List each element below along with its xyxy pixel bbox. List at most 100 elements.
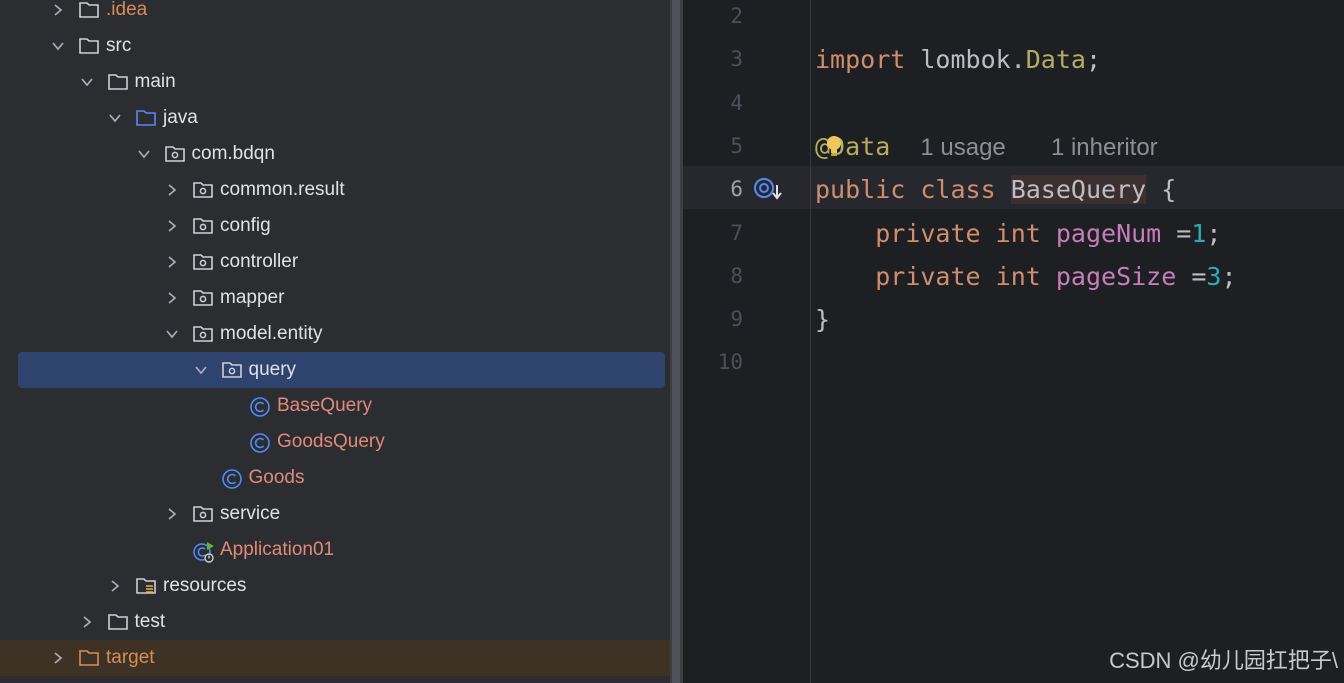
tree-item-label: model.entity — [220, 323, 323, 344]
tree-item-config[interactable]: config — [0, 208, 670, 244]
package-icon — [192, 180, 214, 200]
code-line[interactable]: @Data 1 usage 1 inheritor — [815, 125, 1158, 168]
selection-highlight — [18, 352, 665, 388]
code-token: = — [1176, 261, 1207, 291]
package-icon — [221, 360, 243, 380]
panel-splitter[interactable] — [670, 0, 683, 683]
chevron-right-icon[interactable] — [164, 280, 180, 316]
excluded-folder-icon — [78, 648, 100, 668]
chevron-down-icon[interactable] — [107, 100, 123, 136]
source-folder-icon — [135, 108, 157, 128]
code-token: pageSize — [1055, 261, 1177, 291]
tree-item-resources[interactable]: resources — [0, 568, 670, 604]
code-token: private — [875, 261, 981, 291]
package-icon — [192, 504, 214, 524]
tree-item-java[interactable]: java — [0, 100, 670, 136]
chevron-right-icon[interactable] — [164, 244, 180, 280]
implemented-gutter-icon[interactable] — [753, 177, 785, 208]
project-tree-panel: .idea src main java com.bdqn common.result con… — [0, 0, 670, 683]
code-token: class — [920, 175, 996, 205]
tree-item-main[interactable]: main — [0, 64, 670, 100]
chevron-down-icon[interactable] — [193, 352, 209, 388]
tree-item-label: Goods — [248, 467, 305, 488]
chevron-down-icon[interactable] — [79, 64, 95, 100]
code-token: lombok. — [905, 45, 1026, 75]
code-token: 1 inheritor — [1050, 133, 1158, 161]
code-line[interactable]: private int pageSize =3; — [815, 255, 1237, 298]
chevron-right-icon[interactable] — [50, 0, 66, 28]
chevron-right-icon[interactable] — [50, 640, 66, 676]
code-token: ; — [1221, 261, 1237, 291]
line-number: 4 — [730, 90, 743, 115]
code-token: BaseQuery — [1010, 175, 1147, 205]
tree-item-com-bdqn[interactable]: com.bdqn — [0, 136, 670, 172]
code-token: 1 usage — [920, 133, 1006, 161]
tree-item-label: config — [220, 215, 271, 236]
line-number: 10 — [717, 350, 743, 375]
splitter-bar[interactable] — [672, 0, 680, 683]
code-token: 3 — [1206, 261, 1222, 291]
chevron-right-icon[interactable] — [164, 496, 180, 532]
tree-item-controller[interactable]: controller — [0, 244, 670, 280]
line-number: 9 — [730, 307, 743, 332]
tree-item-query[interactable]: query — [0, 352, 670, 388]
tree-item-label: service — [220, 503, 281, 524]
tree-item-service[interactable]: service — [0, 496, 670, 532]
code-token: ; — [1085, 45, 1102, 75]
code-token: = — [1161, 218, 1192, 248]
tree-item-model-entity[interactable]: model.entity — [0, 316, 670, 352]
class-icon — [249, 432, 271, 453]
code-token: int — [995, 261, 1041, 291]
tree-item-label: test — [134, 611, 166, 632]
code-token: import — [815, 45, 906, 75]
tree-item-goods[interactable]: Goods — [0, 460, 670, 496]
chevron-right-icon[interactable] — [107, 568, 123, 604]
tree-item-src[interactable]: src — [0, 28, 670, 64]
chevron-right-icon[interactable] — [79, 604, 95, 640]
code-line[interactable]: import lombok.Data; — [815, 38, 1101, 81]
chevron-down-icon[interactable] — [164, 316, 180, 352]
tree-item-label: main — [134, 71, 176, 92]
package-icon — [164, 144, 186, 164]
line-number: 8 — [730, 263, 743, 288]
line-number-gutter[interactable]: 2 3 4 5 6 7 8 9 10 — [683, 0, 810, 683]
tree-item-goodsquery[interactable]: GoodsQuery — [0, 424, 670, 460]
chevron-down-icon[interactable] — [50, 28, 66, 64]
tree-item--idea[interactable]: .idea — [0, 0, 670, 28]
tree-item-mapper[interactable]: mapper — [0, 280, 670, 316]
tree-item-label: .idea — [106, 0, 148, 20]
tree-item-target[interactable]: target — [0, 640, 670, 676]
code-token: ; — [1206, 218, 1222, 248]
watermark: CSDN @幼儿园扛把子\ — [1109, 648, 1338, 673]
resources-folder-icon — [135, 576, 157, 596]
tree-item-application01[interactable]: Application01 — [0, 532, 670, 568]
lightbulb-icon[interactable] — [825, 134, 843, 163]
line-number: 5 — [730, 133, 743, 158]
tree-item-label: java — [163, 107, 198, 128]
chevron-right-icon[interactable] — [164, 172, 180, 208]
tree-item-label: GoodsQuery — [277, 431, 385, 452]
class-icon — [249, 396, 271, 417]
chevron-down-icon[interactable] — [136, 136, 152, 172]
tree-item-label: common.result — [220, 179, 345, 200]
code-line[interactable]: public class BaseQuery { — [815, 168, 1176, 211]
code-editor[interactable]: 2 3 4 5 6 7 8 9 10 import lombok.Data; @Data 1 us… — [683, 0, 1344, 683]
spring-app-icon — [192, 540, 214, 563]
code-line[interactable]: } — [815, 298, 830, 341]
folder-icon — [78, 36, 100, 56]
chevron-right-icon[interactable] — [164, 208, 180, 244]
code-token: { — [1146, 175, 1177, 205]
tree-item-common-result[interactable]: common.result — [0, 172, 670, 208]
gutter-separator — [810, 0, 811, 683]
package-icon — [192, 288, 214, 308]
tree-item-test[interactable]: test — [0, 604, 670, 640]
tree-item-basequery[interactable]: BaseQuery — [0, 388, 670, 424]
code-line[interactable]: private int pageNum =1; — [815, 212, 1221, 255]
